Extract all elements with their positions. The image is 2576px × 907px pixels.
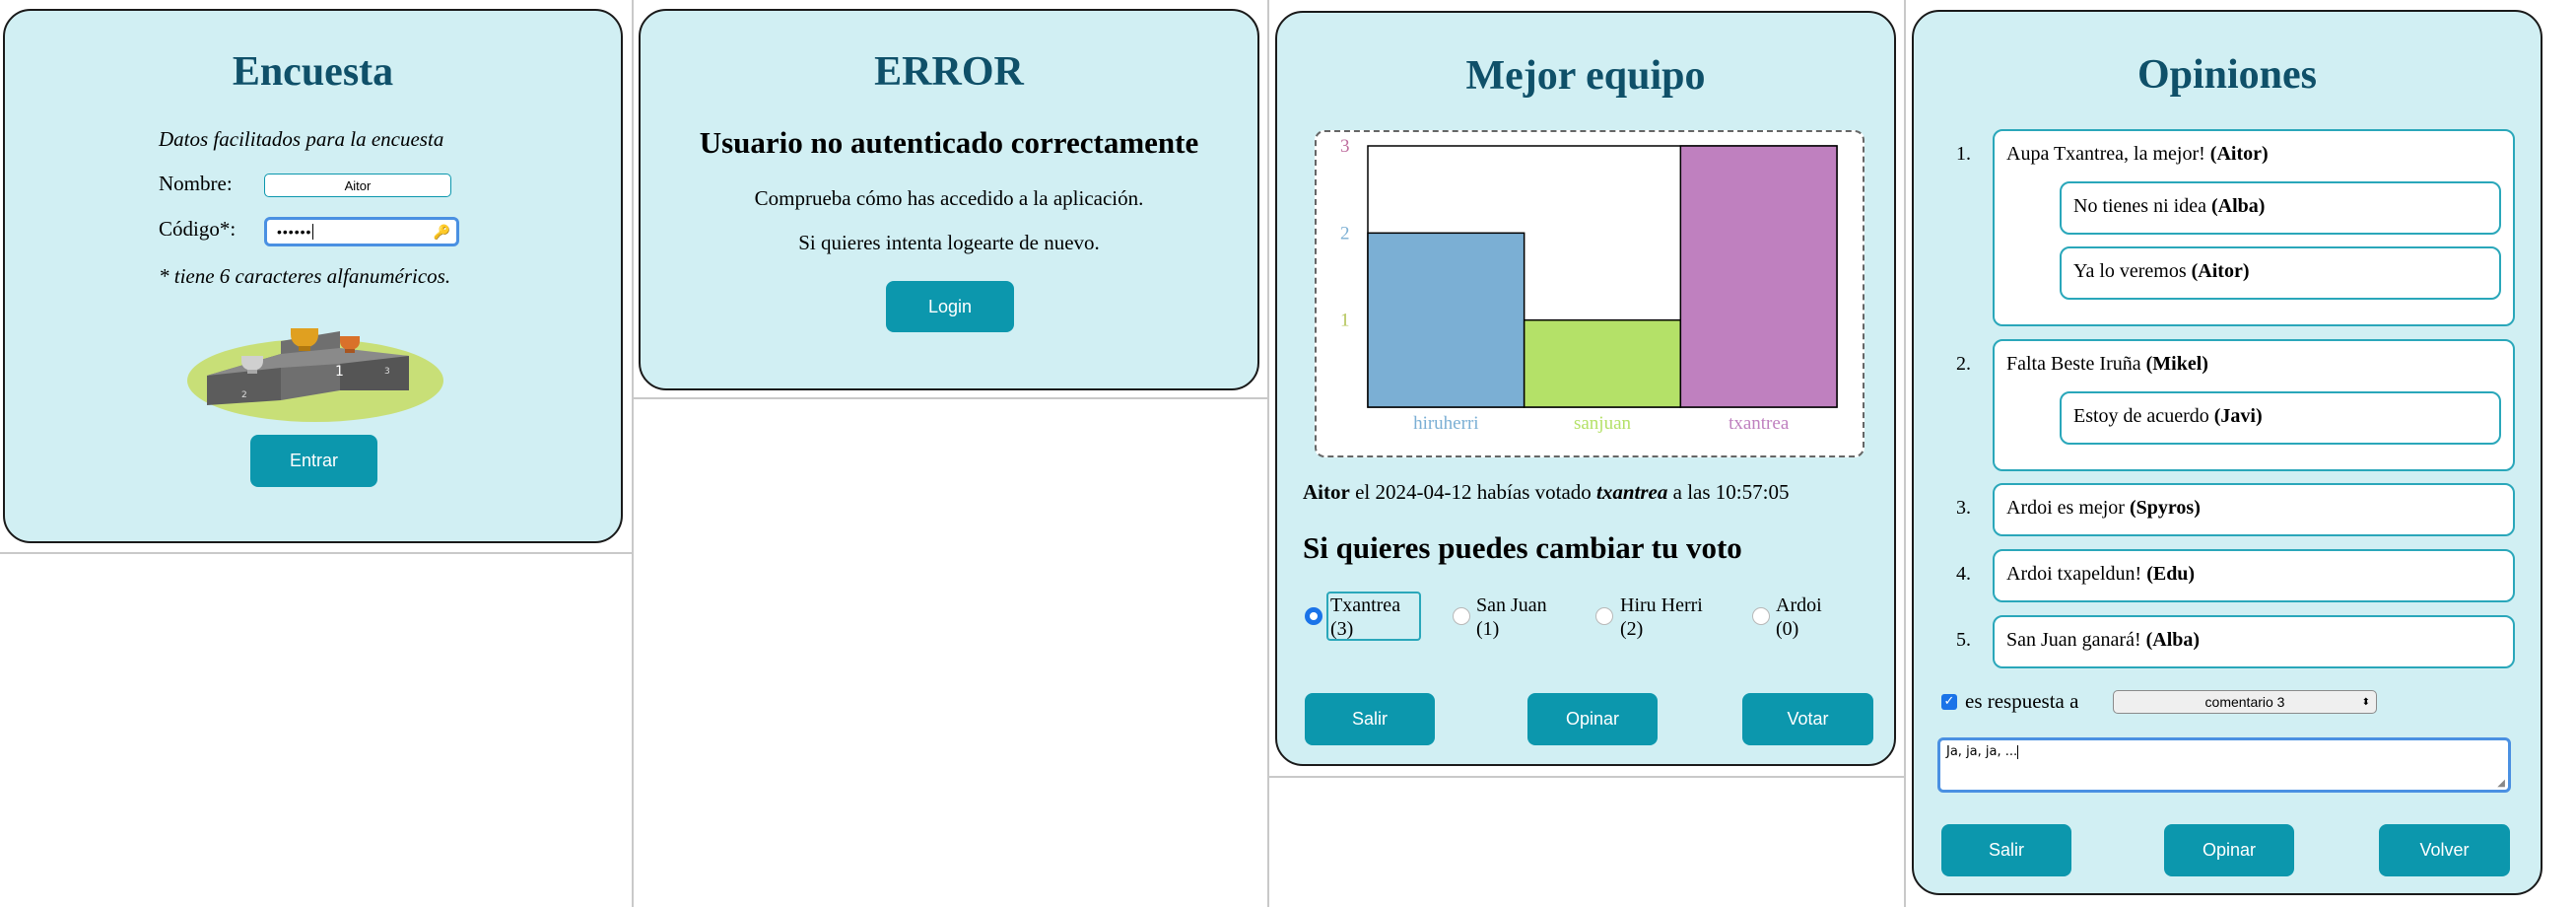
code-label: Código*:	[159, 217, 237, 241]
svg-text:1: 1	[335, 364, 344, 380]
error-panel: ERROR Usuario no autenticado correctamen…	[639, 9, 1259, 390]
chart-x-label: hiruherri	[1413, 413, 1478, 434]
svg-text:2: 2	[241, 390, 247, 400]
chart-y-tick: 1	[1340, 311, 1350, 331]
vote-team: txantrea	[1596, 480, 1668, 504]
comment-number: 4.	[1956, 563, 1971, 585]
podium-image: 2 1 3	[187, 328, 443, 422]
radio-hiruherri[interactable]	[1595, 607, 1613, 625]
reply-checkbox[interactable]: ✓	[1941, 694, 1957, 710]
resize-handle-icon[interactable]: ◢	[2497, 778, 2505, 789]
reply-text: Ya lo veremos (Aitor)	[2073, 260, 2250, 282]
option-label[interactable]: Txantrea (3)	[1330, 593, 1400, 641]
comment-text: Ardoi txapeldun! (Edu)	[2006, 563, 2196, 585]
chart-frame: hiruherri sanjuan txantrea 1 2 3	[1315, 130, 1864, 457]
name-value: Aitor	[344, 177, 372, 193]
bar-chart: hiruherri sanjuan txantrea 1 2 3	[1340, 136, 1838, 434]
vote-button[interactable]: Votar	[1742, 693, 1873, 745]
svg-text:3: 3	[384, 367, 390, 377]
login-button[interactable]: Login	[886, 281, 1014, 332]
error-hint: Si quieres intenta logearte de nuevo.	[798, 231, 1100, 254]
reply-text: No tienes ni idea (Alba)	[2073, 195, 2266, 217]
radio-txantrea[interactable]	[1305, 607, 1322, 625]
opine-button[interactable]: Opinar	[2164, 824, 2294, 876]
code-field[interactable]: •••••• 🔑	[264, 217, 459, 246]
exit-button[interactable]: Salir	[1305, 693, 1435, 745]
comment-number: 2.	[1956, 353, 1971, 375]
radio-sanjuan[interactable]	[1453, 607, 1470, 625]
chart-x-label: txantrea	[1729, 413, 1790, 434]
comment-number: 3.	[1956, 497, 1971, 519]
name-field[interactable]: Aitor	[264, 174, 451, 197]
comment-text: Ardoi es mejor (Spyros)	[2006, 497, 2201, 519]
enter-button[interactable]: Entrar	[250, 435, 377, 487]
login-subtitle: Datos facilitados para la encuesta	[159, 127, 444, 151]
page-title: Mejor equipo	[1465, 53, 1706, 99]
select-arrows-icon: ⬍	[2361, 696, 2370, 708]
login-panel: Encuesta Datos facilitados para la encue…	[3, 9, 623, 543]
chart-bar-sanjuan	[1523, 318, 1682, 408]
divider	[1904, 0, 1906, 907]
vote-info: Aitor el 2024-04-12 habías votado txantr…	[1303, 480, 1790, 504]
chart-bar-txantrea	[1679, 145, 1838, 408]
error-heading: Usuario no autenticado correctamente	[699, 125, 1199, 160]
comment-text: Falta Beste Iruña (Mikel)	[2006, 353, 2208, 375]
opinions-panel: Opiniones 1. Aupa Txantrea, la mejor! (A…	[1912, 10, 2542, 895]
option-label[interactable]: San Juan (1)	[1476, 593, 1547, 641]
divider	[0, 552, 632, 554]
exit-button[interactable]: Salir	[1941, 824, 2071, 876]
reply-text: Estoy de acuerdo (Javi)	[2073, 405, 2263, 427]
error-message: Comprueba cómo has accedido a la aplicac…	[754, 186, 1144, 210]
divider	[632, 0, 634, 907]
page-title: ERROR	[874, 49, 1024, 95]
chart-y-tick: 3	[1340, 136, 1350, 157]
opine-button[interactable]: Opinar	[1527, 693, 1658, 745]
comment-textarea[interactable]: Ja, ja, ja, ... ◢	[1937, 737, 2511, 793]
code-note: * tiene 6 caracteres alfanuméricos.	[159, 264, 451, 288]
option-label[interactable]: Hiru Herri (2)	[1620, 593, 1703, 641]
comment-text: Aupa Txantrea, la mejor! (Aitor)	[2006, 143, 2269, 165]
divider	[634, 397, 1267, 399]
vote-panel: Mejor equipo hiruherri sanjuan txantrea 1 2 3…	[1275, 11, 1896, 766]
chart-y-tick: 2	[1340, 223, 1350, 244]
comment-number: 1.	[1956, 143, 1971, 165]
divider	[1269, 776, 1904, 778]
change-vote-heading: Si quieres puedes cambiar tu voto	[1303, 530, 1742, 565]
comment-text: San Juan ganará! (Alba)	[2006, 629, 2201, 651]
reply-label: es respuesta a	[1965, 689, 2079, 713]
vote-user: Aitor	[1303, 480, 1350, 504]
radio-ardoi[interactable]	[1752, 607, 1770, 625]
chart-bar-hiruherri	[1367, 232, 1525, 408]
option-label[interactable]: Ardoi (0)	[1776, 593, 1822, 641]
name-label: Nombre:	[159, 172, 233, 195]
back-button[interactable]: Volver	[2379, 824, 2510, 876]
code-value: ••••••	[277, 224, 312, 240]
chart-x-label: sanjuan	[1574, 413, 1632, 434]
divider	[1267, 0, 1269, 907]
page-title: Opiniones	[2136, 52, 2318, 98]
reply-select[interactable]: comentario 3 ⬍	[2113, 690, 2377, 714]
comment-number: 5.	[1956, 629, 1971, 651]
page-title: Encuesta	[232, 49, 394, 95]
key-icon[interactable]: 🔑	[434, 224, 450, 241]
